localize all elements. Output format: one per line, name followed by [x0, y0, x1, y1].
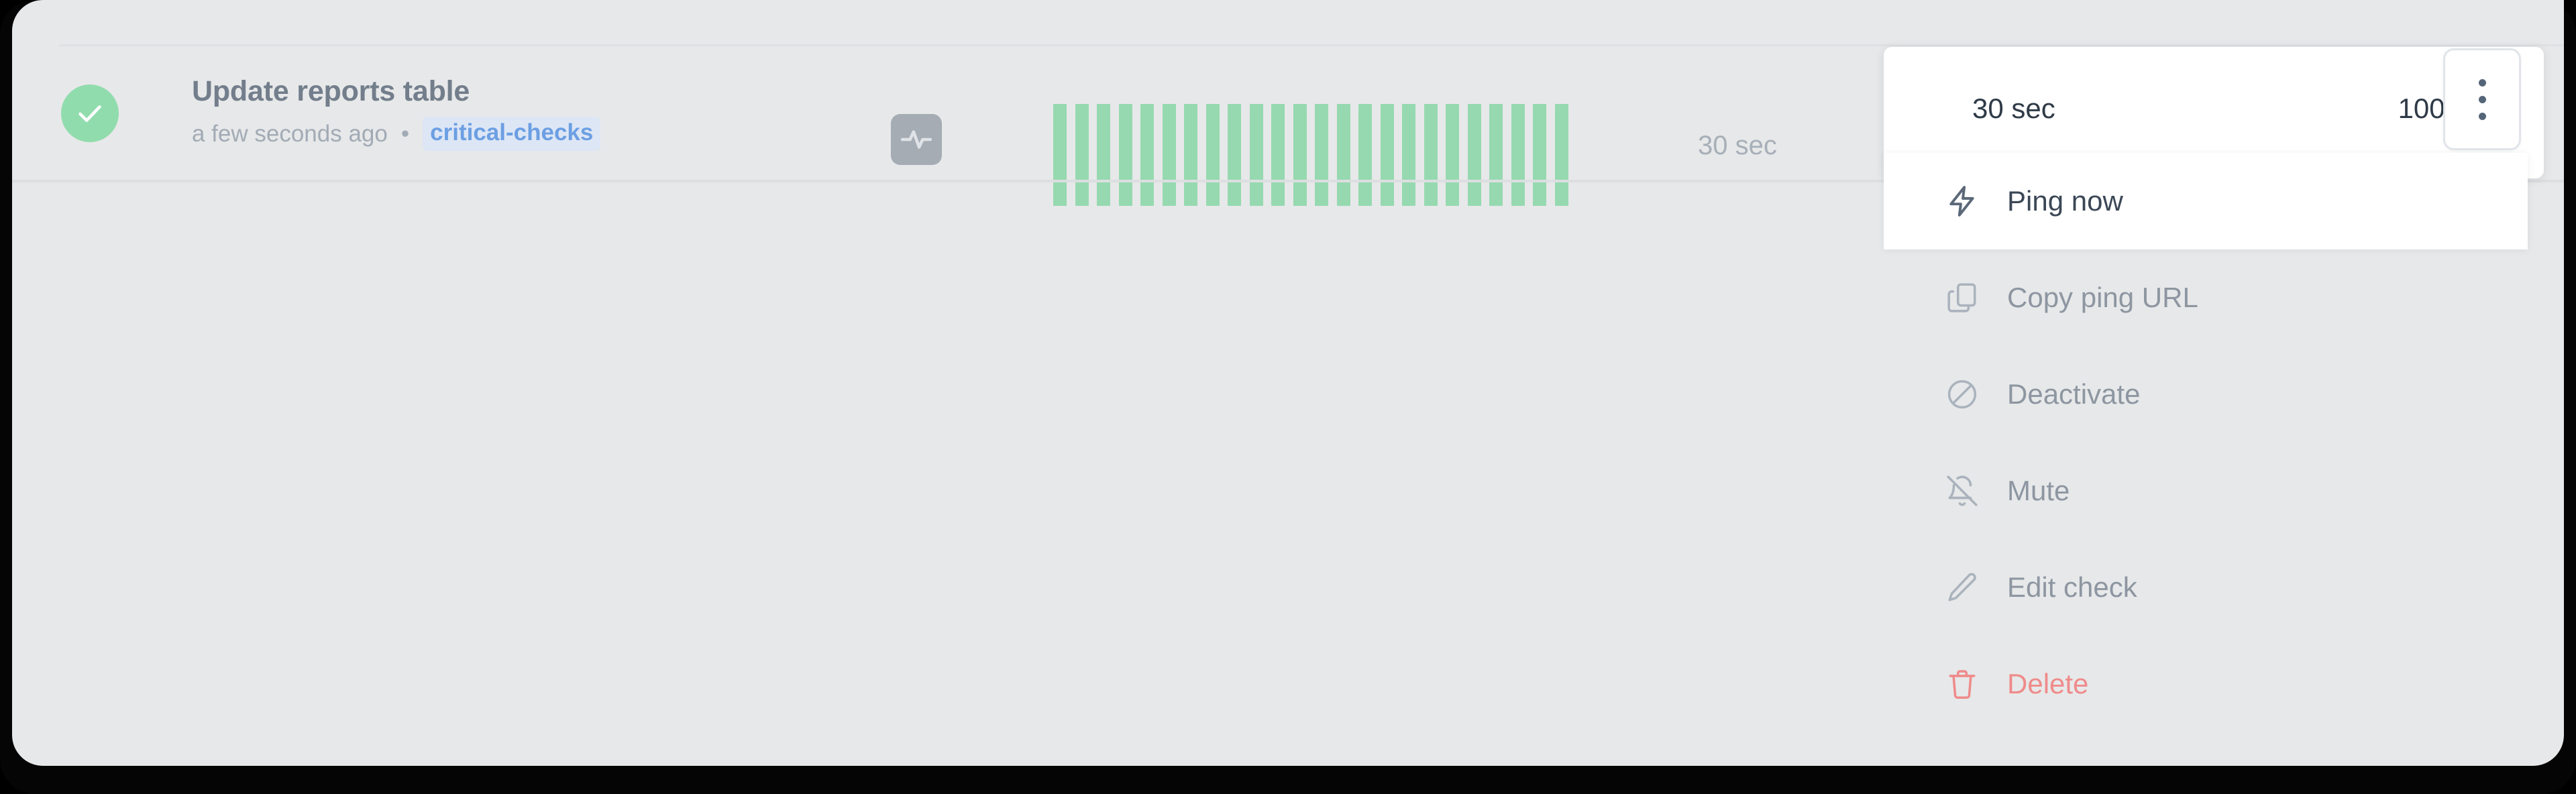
pencil-icon	[1945, 571, 1979, 604]
copy-icon	[1945, 281, 1979, 315]
menu-item-copy-ping-url[interactable]: Copy ping URL	[1884, 249, 2528, 346]
kebab-dot	[2478, 78, 2486, 87]
menu-item-mute[interactable]: Mute	[1884, 443, 2528, 539]
bell-off-icon	[1945, 474, 1979, 508]
uptime-bar[interactable]	[1228, 104, 1242, 206]
uptime-bar[interactable]	[1053, 104, 1067, 206]
uptime-bar[interactable]	[1205, 104, 1220, 206]
kebab-vertical-icon[interactable]	[2443, 48, 2521, 150]
uptime-bar[interactable]	[1249, 104, 1263, 206]
menu-item-label: Delete	[2007, 668, 2089, 699]
menu-item-label: Ping now	[2007, 185, 2123, 217]
menu-item-edit-check[interactable]: Edit check	[1884, 539, 2528, 636]
monitor-info: Update reports table a few seconds ago •…	[192, 74, 601, 151]
uptime-bar[interactable]	[1075, 104, 1089, 206]
menu-item-label: Deactivate	[2007, 378, 2141, 410]
uptime-bar[interactable]	[1336, 104, 1350, 206]
uptime-bar[interactable]	[1140, 104, 1155, 206]
uptime-bar-chart[interactable]	[1053, 104, 1568, 206]
kebab-dot	[2478, 112, 2486, 120]
table-top-divider	[59, 44, 2564, 46]
check-circle-icon	[61, 84, 119, 142]
monitor-title[interactable]: Update reports table	[192, 74, 600, 109]
uptime-bar[interactable]	[1293, 104, 1307, 206]
uptime-bar[interactable]	[1118, 104, 1132, 206]
uptime-bar[interactable]	[1402, 104, 1416, 206]
uptime-bar[interactable]	[1489, 104, 1503, 206]
circle-slash-icon	[1945, 378, 1979, 411]
stats-interval-value: 30 sec	[1972, 93, 2055, 124]
meta-separator: •	[400, 120, 410, 147]
menu-item-label: Copy ping URL	[2007, 282, 2198, 313]
uptime-bar[interactable]	[1162, 104, 1176, 206]
monitor-meta: a few seconds ago • critical-checks	[192, 117, 601, 151]
uptime-bar[interactable]	[1554, 104, 1568, 206]
menu-item-ping-now[interactable]: Ping now	[1884, 153, 2528, 249]
uptime-bar[interactable]	[1271, 104, 1285, 206]
uptime-bar[interactable]	[1184, 104, 1198, 206]
uptime-bar[interactable]	[1358, 104, 1373, 206]
uptime-bar[interactable]	[1533, 104, 1547, 206]
menu-item-label: Edit check	[2007, 571, 2137, 603]
lightning-bolt-icon	[1945, 184, 1979, 218]
monitor-interval-label: 30 sec	[1698, 131, 1777, 160]
uptime-bar[interactable]	[1511, 104, 1525, 206]
uptime-bar[interactable]	[1446, 104, 1460, 206]
menu-item-delete[interactable]: Delete	[1884, 636, 2528, 732]
activity-pulse-icon	[891, 114, 942, 165]
trash-icon	[1945, 667, 1979, 701]
uptime-bar[interactable]	[1467, 104, 1481, 206]
uptime-bar[interactable]	[1097, 104, 1111, 206]
kebab-dot	[2478, 95, 2486, 103]
device-frame: Update reports table a few seconds ago •…	[0, 0, 2576, 794]
context-menu[interactable]: Ping now Copy ping URL Deactivate Mute Edit …	[1884, 153, 2528, 732]
menu-item-label: Mute	[2007, 475, 2070, 506]
uptime-bar[interactable]	[1424, 104, 1438, 206]
monitor-tag[interactable]: critical-checks	[423, 117, 601, 151]
monitor-relative-time: a few seconds ago	[192, 120, 388, 147]
uptime-bar[interactable]	[1380, 104, 1394, 206]
menu-item-deactivate[interactable]: Deactivate	[1884, 346, 2528, 443]
uptime-bar[interactable]	[1315, 104, 1329, 206]
app-viewport: Update reports table a few seconds ago •…	[12, 0, 2564, 766]
